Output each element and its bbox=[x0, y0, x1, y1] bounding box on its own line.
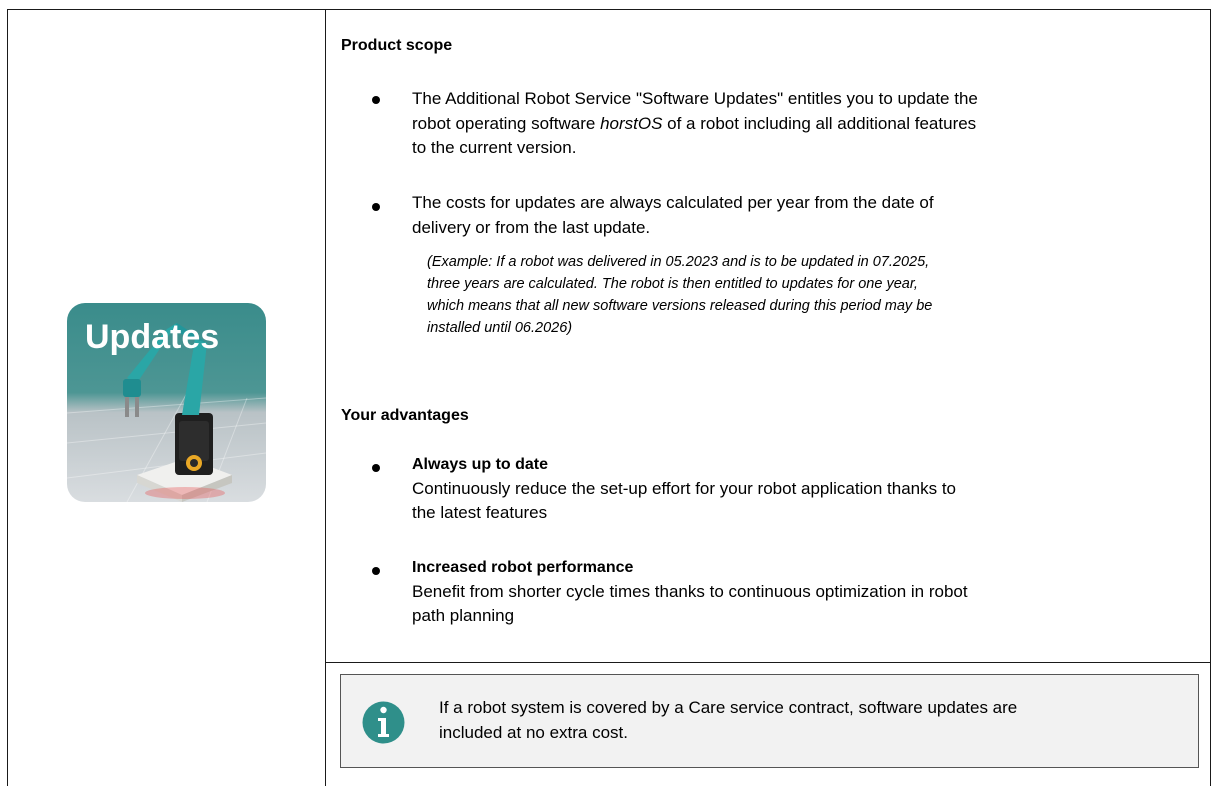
column-divider bbox=[325, 9, 326, 786]
scope-bullet2-line1: The costs for updates are always calcula… bbox=[412, 193, 934, 212]
scope-bullet1-line2: robot operating software horstOS of a ro… bbox=[412, 114, 977, 133]
example-line3: which means that all new software versio… bbox=[427, 298, 933, 314]
advantage2-line2: path planning bbox=[412, 606, 515, 625]
bullet-icon bbox=[372, 464, 380, 472]
updates-product-image: Updates bbox=[67, 303, 266, 502]
example-line1: (Example: If a robot was delivered in 05… bbox=[427, 254, 930, 270]
advantage2-line1: Benefit from shorter cycle times thanks … bbox=[412, 582, 968, 601]
scope-bullet2-line2: delivery or from the last update. bbox=[412, 218, 651, 237]
info-line2: included at no extra cost. bbox=[439, 723, 629, 742]
scope-bullet1-line1: The Additional Robot Service "Software U… bbox=[412, 89, 978, 108]
advantage1-line2: the latest features bbox=[412, 503, 548, 522]
info-icon bbox=[361, 699, 406, 746]
advantage1-title: Always up to date bbox=[412, 456, 549, 473]
info-text: If a robot system is covered by a Care s… bbox=[439, 695, 1017, 745]
example-line2: three years are calculated. The robot is… bbox=[427, 276, 918, 292]
advantage1-line1: Continuously reduce the set-up effort fo… bbox=[412, 479, 957, 498]
info-note-box: If a robot system is covered by a Care s… bbox=[340, 674, 1199, 768]
product-scope-heading: Product scope bbox=[341, 37, 453, 54]
advantage2-title: Increased robot performance bbox=[412, 559, 634, 576]
row-divider bbox=[325, 662, 1211, 663]
bullet-icon bbox=[372, 203, 380, 211]
example-line4: installed until 06.2026) bbox=[427, 320, 573, 336]
bullet-icon bbox=[372, 567, 380, 575]
scope-bullet1-line3: to the current version. bbox=[412, 138, 577, 157]
advantages-heading: Your advantages bbox=[341, 407, 469, 424]
bullet-icon bbox=[372, 96, 380, 104]
image-label: Updates bbox=[85, 318, 219, 356]
info-line1: If a robot system is covered by a Care s… bbox=[439, 698, 1018, 717]
